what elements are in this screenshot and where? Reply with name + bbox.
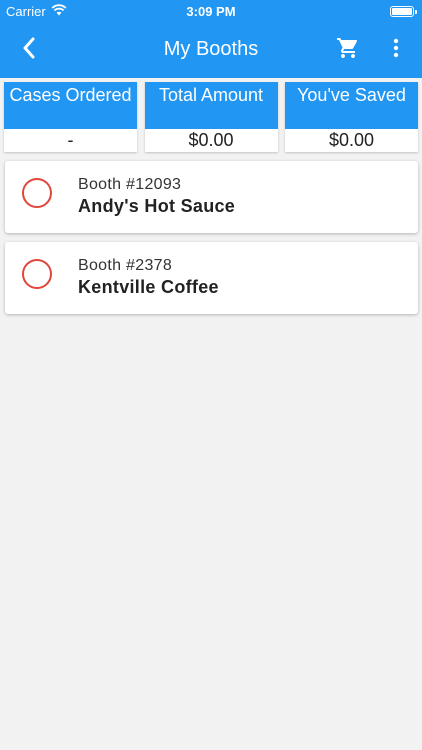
booth-name: Andy's Hot Sauce: [78, 196, 236, 216]
cart-icon: [336, 36, 360, 65]
stat-value: $0.00: [328, 130, 375, 150]
stat-value: -: [67, 130, 74, 150]
stat-label: You've Saved: [285, 82, 418, 129]
stat-you-saved: You've Saved $0.00: [285, 82, 418, 152]
booth-select-radio[interactable]: [22, 259, 52, 289]
stats-row: Cases Ordered - Total Amount $0.00 You'v…: [4, 82, 418, 152]
stat-value: $0.00: [188, 130, 234, 150]
status-bar: Carrier 3:09 PM: [0, 0, 422, 22]
battery-icon: [390, 6, 417, 17]
booth-number: Booth #12093: [78, 176, 182, 193]
navbar: My Booths: [0, 22, 422, 78]
cart-button[interactable]: [334, 36, 362, 64]
status-time: 3:09 PM: [186, 4, 236, 19]
booth-select-radio[interactable]: [22, 178, 52, 208]
booth-card[interactable]: Booth #12093 Andy's Hot Sauce: [5, 161, 418, 233]
stat-label: Cases Ordered: [4, 82, 137, 129]
booth-list: Booth #12093 Andy's Hot Sauce Booth #237…: [5, 161, 418, 323]
more-options-button[interactable]: [384, 36, 408, 64]
app-bar: Carrier 3:09 PM My Booths: [0, 0, 422, 78]
more-vert-icon: [393, 38, 399, 63]
booth-name: Kentville Coffee: [78, 277, 219, 297]
booth-card[interactable]: Booth #2378 Kentville Coffee: [5, 242, 418, 314]
booth-number: Booth #2378: [78, 257, 173, 274]
stat-cases-ordered: Cases Ordered -: [4, 82, 137, 152]
stat-label: Total Amount: [144, 82, 278, 129]
stat-total-amount: Total Amount $0.00: [144, 82, 278, 152]
